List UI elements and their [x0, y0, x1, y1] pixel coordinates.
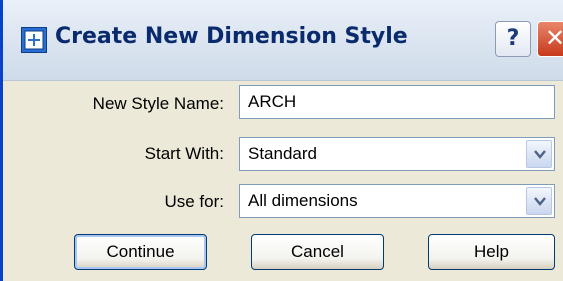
title-bar[interactable]: Create New Dimension Style ? ✕: [3, 0, 563, 81]
style-name-value: ARCH: [248, 92, 297, 111]
chevron-down-icon[interactable]: [526, 140, 552, 168]
use-for-value: All dimensions: [248, 191, 358, 210]
use-for-dropdown[interactable]: All dimensions: [239, 184, 555, 218]
close-icon[interactable]: ✕: [537, 21, 563, 57]
dialog-title: Create New Dimension Style: [55, 24, 408, 49]
help-icon[interactable]: ?: [495, 21, 531, 57]
help-button[interactable]: Help: [428, 234, 555, 270]
create-new-dimension-style-dialog: Create New Dimension Style ? ✕ New Style…: [0, 0, 563, 281]
use-for-label: Use for:: [164, 192, 224, 211]
cancel-button[interactable]: Cancel: [251, 234, 384, 270]
dimension-style-icon: [21, 27, 47, 53]
start-with-label: Start With:: [144, 144, 224, 163]
style-name-label: New Style Name:: [92, 94, 224, 113]
chevron-down-icon[interactable]: [526, 187, 552, 215]
style-name-input[interactable]: ARCH: [239, 85, 555, 119]
start-with-value: Standard: [248, 144, 317, 163]
continue-button[interactable]: Continue: [74, 234, 207, 270]
start-with-dropdown[interactable]: Standard: [239, 137, 555, 171]
